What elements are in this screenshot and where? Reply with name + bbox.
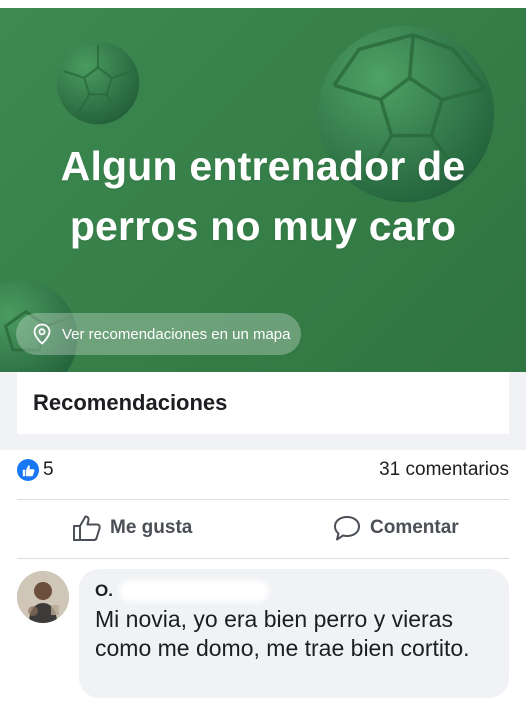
comment-text: Mi novia, yo era bien perro y vieras com… [95,606,470,661]
soccer-ball-small [56,41,140,125]
banner-title: Algun entrenador de perros no muy caro [60,143,466,249]
map-button-label: Ver recomendaciones en un mapa [62,325,291,343]
comment-bubble-icon [334,516,360,541]
comment-button-label: Comentar [370,517,459,538]
map-recommendations-button[interactable]: Ver recomendaciones en un mapa [16,313,301,355]
post-banner: Algun entrenador de perros no muy caro V… [0,0,526,372]
location-pin-icon [33,323,51,345]
comment-bubble: O. Mi novia, yo era bien perro y vieras … [79,569,509,698]
thumbs-up-icon [22,464,34,476]
recommendations-header: Recomendaciones [17,372,509,434]
section-title: Recomendaciones [33,390,228,415]
comment-author[interactable]: O. [95,581,113,601]
top-strip [0,0,526,8]
like-button[interactable]: Me gusta [72,500,192,556]
divider-bottom [17,558,509,559]
action-bar: Me gusta Comentar [17,500,509,556]
like-button-label: Me gusta [110,517,193,538]
commenter-avatar[interactable] [17,571,69,623]
reactions-row: 5 31 comentarios [17,450,509,498]
like-reaction-icon[interactable] [17,459,39,481]
profile-photo [17,571,69,623]
comment-button[interactable]: Comentar [332,500,459,556]
like-count[interactable]: 5 [43,459,54,481]
thumbs-up-outline-icon [73,515,101,541]
redacted-author-name [118,580,269,602]
comments-count-link[interactable]: 31 comentarios [379,459,509,481]
